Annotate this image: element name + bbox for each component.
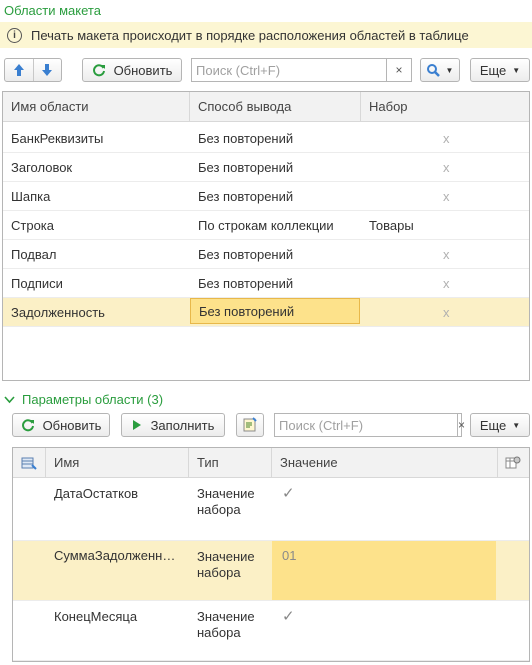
- type-line: Значение: [197, 486, 255, 501]
- column-header-icon[interactable]: [13, 448, 46, 477]
- search-options-button[interactable]: ▼: [420, 58, 460, 82]
- parameter-value-input[interactable]: 01: [272, 541, 496, 600]
- layout-areas-table[interactable]: Имя области Способ вывода Набор БанкРекв…: [2, 91, 530, 381]
- play-icon: [132, 420, 141, 430]
- collapse-chevron-icon: [4, 395, 15, 403]
- area-name-cell: Задолженность: [11, 304, 105, 320]
- refresh-button[interactable]: Обновить: [82, 58, 182, 82]
- table-row[interactable]: БанкРеквизиты Без повторений x: [3, 124, 529, 153]
- more-button[interactable]: Еще ▼: [470, 58, 530, 82]
- refresh-label: Обновить: [42, 417, 102, 433]
- arrow-up-icon: [13, 64, 24, 76]
- more-label: Еще: [479, 417, 507, 433]
- set-empty-mark: x: [443, 159, 450, 175]
- output-mode-cell: По строкам коллекции: [198, 217, 334, 233]
- set-empty-mark: x: [443, 275, 450, 291]
- parameter-name-cell: КонецМесяца: [54, 609, 138, 624]
- parameter-name-cell: ДатаОстатков: [54, 486, 139, 501]
- column-header-output-mode[interactable]: Способ вывода: [190, 92, 361, 121]
- table-header: Имя Тип Значение: [13, 448, 529, 478]
- parameter-type-cell: Значение набора: [189, 541, 272, 600]
- set-cell: Товары: [369, 217, 414, 233]
- table-settings-icon: [505, 456, 521, 469]
- column-header-type[interactable]: Тип: [189, 448, 272, 477]
- area-name-cell: Подвал: [11, 246, 57, 262]
- area-name-cell: Строка: [11, 217, 55, 233]
- more-label: Еще: [479, 62, 507, 78]
- column-settings-button[interactable]: [498, 448, 529, 477]
- output-mode-cell: Без повторений: [198, 275, 294, 291]
- set-empty-mark: x: [443, 188, 450, 204]
- search-field: ×: [191, 58, 412, 82]
- section-title-area-parameters: Параметры области (3): [22, 392, 164, 407]
- more-button-parameters[interactable]: Еще ▼: [470, 413, 530, 437]
- refresh-label: Обновить: [113, 62, 173, 78]
- set-empty-mark: x: [443, 246, 450, 262]
- parameters-search-field: ×: [274, 413, 465, 437]
- chevron-down-icon: ▼: [512, 65, 521, 75]
- table-row-selected[interactable]: Задолженность Без повторений x: [3, 298, 529, 327]
- info-icon: i: [7, 27, 22, 43]
- arrow-down-icon: [42, 64, 53, 76]
- chevron-down-icon: ▼: [445, 65, 454, 75]
- parameter-list-icon: [21, 457, 37, 470]
- clear-search-button[interactable]: ×: [457, 414, 465, 436]
- table-row[interactable]: Шапка Без повторений x: [3, 182, 529, 211]
- form-edit-icon: [243, 417, 257, 432]
- clear-search-button[interactable]: ×: [386, 59, 411, 81]
- table-row[interactable]: Строка По строкам коллекции Товары: [3, 211, 529, 240]
- area-parameters-group-header[interactable]: Параметры области (3): [4, 392, 163, 407]
- area-name-cell: Шапка: [11, 188, 51, 204]
- type-line: набора: [197, 565, 241, 580]
- column-header-name[interactable]: Имя: [46, 448, 189, 477]
- set-empty-mark: x: [443, 304, 450, 320]
- column-header-area-name[interactable]: Имя области: [3, 92, 190, 121]
- refresh-parameters-button[interactable]: Обновить: [12, 413, 110, 437]
- column-header-set[interactable]: Набор: [361, 92, 529, 121]
- type-line: набора: [197, 502, 241, 517]
- output-mode-cell: Без повторений: [198, 188, 294, 204]
- parameter-name-cell: СуммаЗадолженн…: [54, 548, 176, 563]
- fill-label: Заполнить: [150, 417, 215, 433]
- parameters-search-input[interactable]: [275, 414, 457, 436]
- parameter-value-check: ✓: [282, 485, 295, 502]
- notice-text: Печать макета происходит в порядке распо…: [31, 27, 469, 43]
- section-title-layout-areas: Области макета: [4, 3, 101, 18]
- refresh-icon: [92, 64, 105, 77]
- type-line: Значение: [197, 549, 255, 564]
- parameter-value-check: ✓: [282, 608, 295, 625]
- parameter-type-cell: Значение набора: [189, 478, 272, 540]
- set-empty-mark: x: [443, 130, 450, 146]
- info-notice: i Печать макета происходит в порядке рас…: [0, 22, 532, 48]
- chevron-down-icon: ▼: [512, 420, 521, 430]
- table-row[interactable]: КонецМесяца Значение набора ✓: [13, 601, 529, 661]
- edit-form-button[interactable]: [236, 413, 264, 437]
- table-row[interactable]: ДатаОстатков Значение набора ✓: [13, 478, 529, 541]
- move-down-button[interactable]: [34, 59, 62, 81]
- parameter-type-cell: Значение набора: [189, 601, 272, 660]
- table-row[interactable]: Подвал Без повторений x: [3, 240, 529, 269]
- output-mode-cell: Без повторений: [198, 246, 294, 262]
- column-header-value[interactable]: Значение: [272, 448, 498, 477]
- fill-button[interactable]: Заполнить: [121, 413, 225, 437]
- area-name-cell: Подписи: [11, 275, 63, 291]
- area-parameters-table[interactable]: Имя Тип Значение ДатаОстатков Значение н…: [12, 447, 530, 662]
- output-mode-cell-active[interactable]: Без повторений: [190, 298, 360, 324]
- area-name-cell: Заголовок: [11, 159, 73, 175]
- table-row[interactable]: Подписи Без повторений x: [3, 269, 529, 298]
- table-row-selected[interactable]: СуммаЗадолженн… Значение набора 01: [13, 541, 529, 601]
- magnifier-icon: [426, 63, 440, 77]
- table-header: Имя области Способ вывода Набор: [3, 92, 529, 122]
- area-name-cell: БанкРеквизиты: [11, 130, 104, 146]
- type-line: Значение: [197, 609, 255, 624]
- table-row[interactable]: Заголовок Без повторений x: [3, 153, 529, 182]
- output-mode-cell: Без повторений: [198, 159, 294, 175]
- move-up-button[interactable]: [5, 59, 34, 81]
- search-input[interactable]: [192, 59, 386, 81]
- output-mode-cell: Без повторений: [198, 130, 294, 146]
- move-buttons-group: [4, 58, 62, 82]
- refresh-icon: [21, 419, 34, 432]
- type-line: набора: [197, 625, 241, 640]
